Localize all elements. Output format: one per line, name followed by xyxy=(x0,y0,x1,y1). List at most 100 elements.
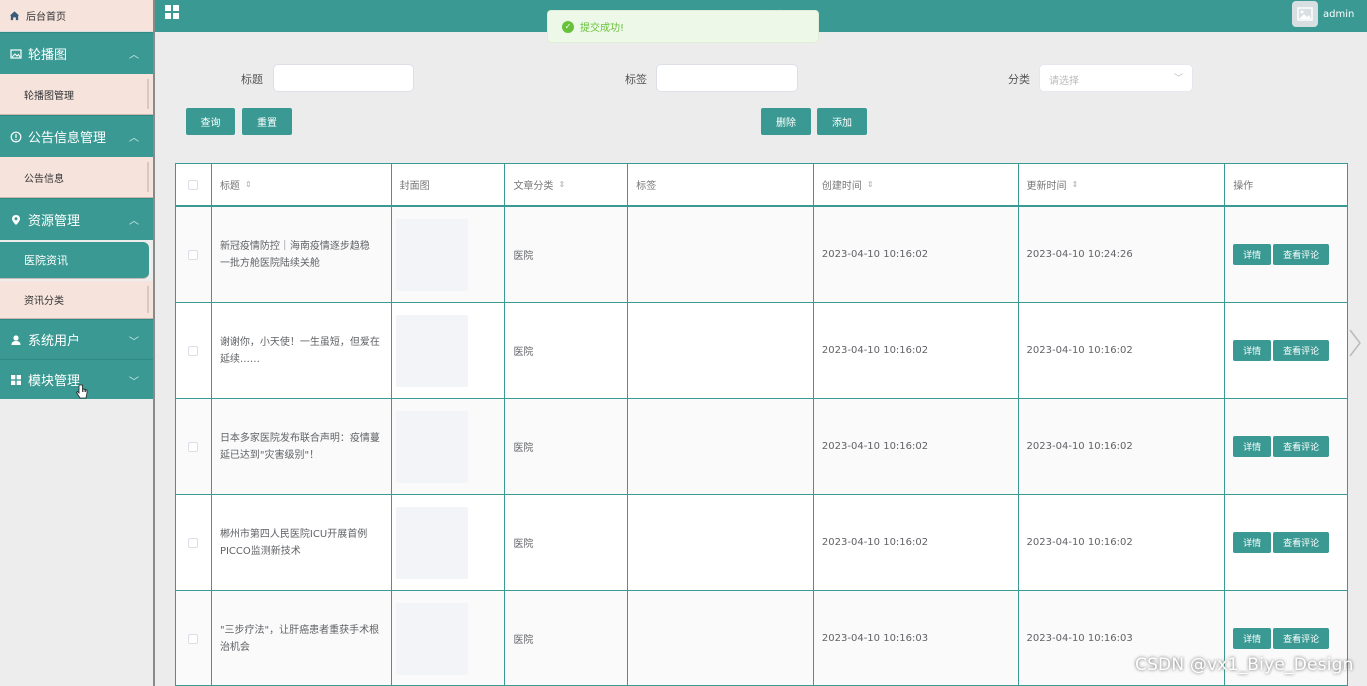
category-select[interactable]: 请选择 ﹀ xyxy=(1039,64,1193,92)
toast-message: 提交成功! xyxy=(580,23,625,34)
row-category: 医院 xyxy=(513,539,534,550)
row-title: 新冠疫情防控｜海南疫情逐步趋稳 一批方舱医院陆续关舱 xyxy=(219,240,370,269)
sidebar-group-label: 资源管理 xyxy=(28,214,81,229)
column-header[interactable]: 文章分类 ⇕ xyxy=(505,164,629,205)
detail-button[interactable]: 详情 xyxy=(1233,436,1272,457)
row-updated: 2023-04-10 10:16:02 xyxy=(1026,345,1133,356)
row-updated: 2023-04-10 10:16:02 xyxy=(1026,441,1133,452)
row-updated: 2023-04-10 10:16:03 xyxy=(1026,633,1133,644)
sidebar-item-label: 公告信息 xyxy=(24,173,64,185)
sidebar-group-label: 轮播图 xyxy=(28,48,68,63)
table-row: 日本多家医院发布联合声明：疫情蔓延已达到"灾害级别"！ 医院 2023-04-1… xyxy=(176,399,1347,495)
grid-icon xyxy=(10,374,22,386)
sidebar-item-news-category[interactable]: 资讯分类 xyxy=(0,281,153,319)
view-comments-button[interactable]: 查看评论 xyxy=(1273,340,1330,361)
sort-icon[interactable]: ⇕ xyxy=(558,180,565,189)
detail-button[interactable]: 详情 xyxy=(1233,244,1272,265)
sidebar-item-hospital-news[interactable]: 医院资讯 xyxy=(0,242,149,279)
sidebar-item-banner-manage[interactable]: 轮播图管理 xyxy=(0,74,153,115)
column-header[interactable]: 创建时间 ⇕ xyxy=(814,164,1019,205)
category-filter-label: 分类 xyxy=(1008,73,1030,86)
chevron-up-icon: ︿ xyxy=(129,216,139,227)
check-circle-icon: ✓ xyxy=(562,20,574,33)
sidebar-item-label: 轮播图管理 xyxy=(24,90,74,102)
row-title: 日本多家医院发布联合声明：疫情蔓延已达到"灾害级别"！ xyxy=(219,432,380,461)
row-title: 谢谢你，小天使！一生虽短，但爱在延续…… xyxy=(219,336,380,365)
chevron-down-icon: ﹀ xyxy=(129,337,139,348)
table-row: 新冠疫情防控｜海南疫情逐步趋稳 一批方舱医院陆续关舱 医院 2023-04-10… xyxy=(176,207,1347,303)
title-filter-input[interactable] xyxy=(273,64,414,92)
sort-icon[interactable]: ⇕ xyxy=(245,180,252,189)
row-created: 2023-04-10 10:16:02 xyxy=(821,537,929,548)
chevron-up-icon: ︿ xyxy=(129,133,139,144)
cover-image xyxy=(395,314,468,387)
column-header: 封面图 xyxy=(392,164,506,205)
sidebar-item-label: 医院资讯 xyxy=(24,254,68,267)
row-created: 2023-04-10 10:16:02 xyxy=(821,441,929,452)
column-header: 操作 xyxy=(1233,181,1254,192)
column-header[interactable]: 更新时间 ⇕ xyxy=(1019,164,1226,205)
avatar[interactable] xyxy=(1292,1,1318,27)
sidebar: 后台首页 轮播图 ︿ 轮播图管理 公告信息管理 ︿ 公告信息 资源管理 ︿ 医院… xyxy=(0,0,155,686)
sidebar-item-label: 资讯分类 xyxy=(24,296,64,307)
row-category: 医院 xyxy=(513,443,534,454)
sort-icon[interactable]: ⇕ xyxy=(867,180,874,189)
username[interactable]: admin xyxy=(1323,9,1354,20)
view-comments-button[interactable]: 查看评论 xyxy=(1273,244,1330,265)
table-row: 谢谢你，小天使！一生虽短，但爱在延续…… 医院 2023-04-10 10:16… xyxy=(176,303,1347,399)
hand-cursor-icon xyxy=(76,384,88,399)
sidebar-home[interactable]: 后台首页 xyxy=(0,0,153,32)
cover-image xyxy=(395,602,468,675)
image-icon xyxy=(10,48,22,60)
sidebar-group-label: 公告信息管理 xyxy=(28,131,107,146)
delete-button[interactable]: 删除 xyxy=(761,108,811,135)
row-updated: 2023-04-10 10:24:26 xyxy=(1026,249,1133,260)
reset-button[interactable]: 重置 xyxy=(242,108,292,135)
select-all-checkbox[interactable] xyxy=(188,179,199,190)
row-checkbox[interactable] xyxy=(188,633,199,644)
row-checkbox[interactable] xyxy=(188,441,199,452)
category-select-placeholder: 请选择 xyxy=(1049,76,1079,87)
cover-image xyxy=(395,218,468,291)
row-checkbox[interactable] xyxy=(188,537,199,548)
chevron-right-icon[interactable] xyxy=(1348,328,1362,358)
sidebar-home-label: 后台首页 xyxy=(26,12,66,23)
sidebar-group-resources[interactable]: 资源管理 ︿ xyxy=(0,198,153,240)
table-row: 郴州市第四人民医院ICU开展首例PICCO监测新技术 医院 2023-04-10… xyxy=(176,495,1347,591)
chevron-down-icon: ﹀ xyxy=(1173,74,1183,84)
success-toast: ✓ 提交成功! xyxy=(547,10,819,43)
view-comments-button[interactable]: 查看评论 xyxy=(1273,628,1330,649)
sidebar-group-notice[interactable]: 公告信息管理 ︿ xyxy=(0,115,153,157)
column-header[interactable]: 标题 ⇕ xyxy=(212,164,392,205)
row-updated: 2023-04-10 10:16:02 xyxy=(1026,537,1133,548)
sidebar-group-users[interactable]: 系统用户 ﹀ xyxy=(0,319,153,359)
table-header: 标题 ⇕ 封面图 文章分类 ⇕ 标签 创建时间 ⇕ 更新时间 ⇕ 操作 xyxy=(176,164,1347,207)
sidebar-group-label: 系统用户 xyxy=(28,334,81,349)
row-created: 2023-04-10 10:16:02 xyxy=(821,249,929,260)
cover-image xyxy=(395,506,468,579)
sidebar-group-banner[interactable]: 轮播图 ︿ xyxy=(0,32,153,74)
home-icon xyxy=(9,11,20,21)
view-comments-button[interactable]: 查看评论 xyxy=(1273,532,1330,553)
sort-icon[interactable]: ⇕ xyxy=(1072,180,1079,189)
news-table: 标题 ⇕ 封面图 文章分类 ⇕ 标签 创建时间 ⇕ 更新时间 ⇕ 操作 新冠疫情防控｜海… xyxy=(175,163,1348,686)
row-checkbox[interactable] xyxy=(188,345,199,356)
chevron-up-icon: ︿ xyxy=(129,50,139,61)
row-category: 医院 xyxy=(513,251,534,262)
row-checkbox[interactable] xyxy=(188,249,199,260)
search-button[interactable]: 查询 xyxy=(186,108,235,135)
detail-button[interactable]: 详情 xyxy=(1233,532,1272,553)
watermark: CSDN @vx1_Biye_Design xyxy=(1135,655,1354,675)
view-comments-button[interactable]: 查看评论 xyxy=(1273,436,1330,457)
tag-filter-input[interactable] xyxy=(656,64,798,92)
detail-button[interactable]: 详情 xyxy=(1233,340,1272,361)
row-title: "三步疗法"，让肝癌患者重获手术根治机会 xyxy=(219,624,380,653)
sidebar-group-label: 模块管理 xyxy=(28,374,81,389)
image-placeholder-icon xyxy=(1297,7,1313,21)
sidebar-item-notice[interactable]: 公告信息 xyxy=(0,157,153,198)
add-button[interactable]: 添加 xyxy=(817,108,867,135)
user-icon xyxy=(10,334,22,346)
info-icon xyxy=(10,131,22,143)
detail-button[interactable]: 详情 xyxy=(1233,628,1272,649)
location-icon xyxy=(10,214,22,226)
